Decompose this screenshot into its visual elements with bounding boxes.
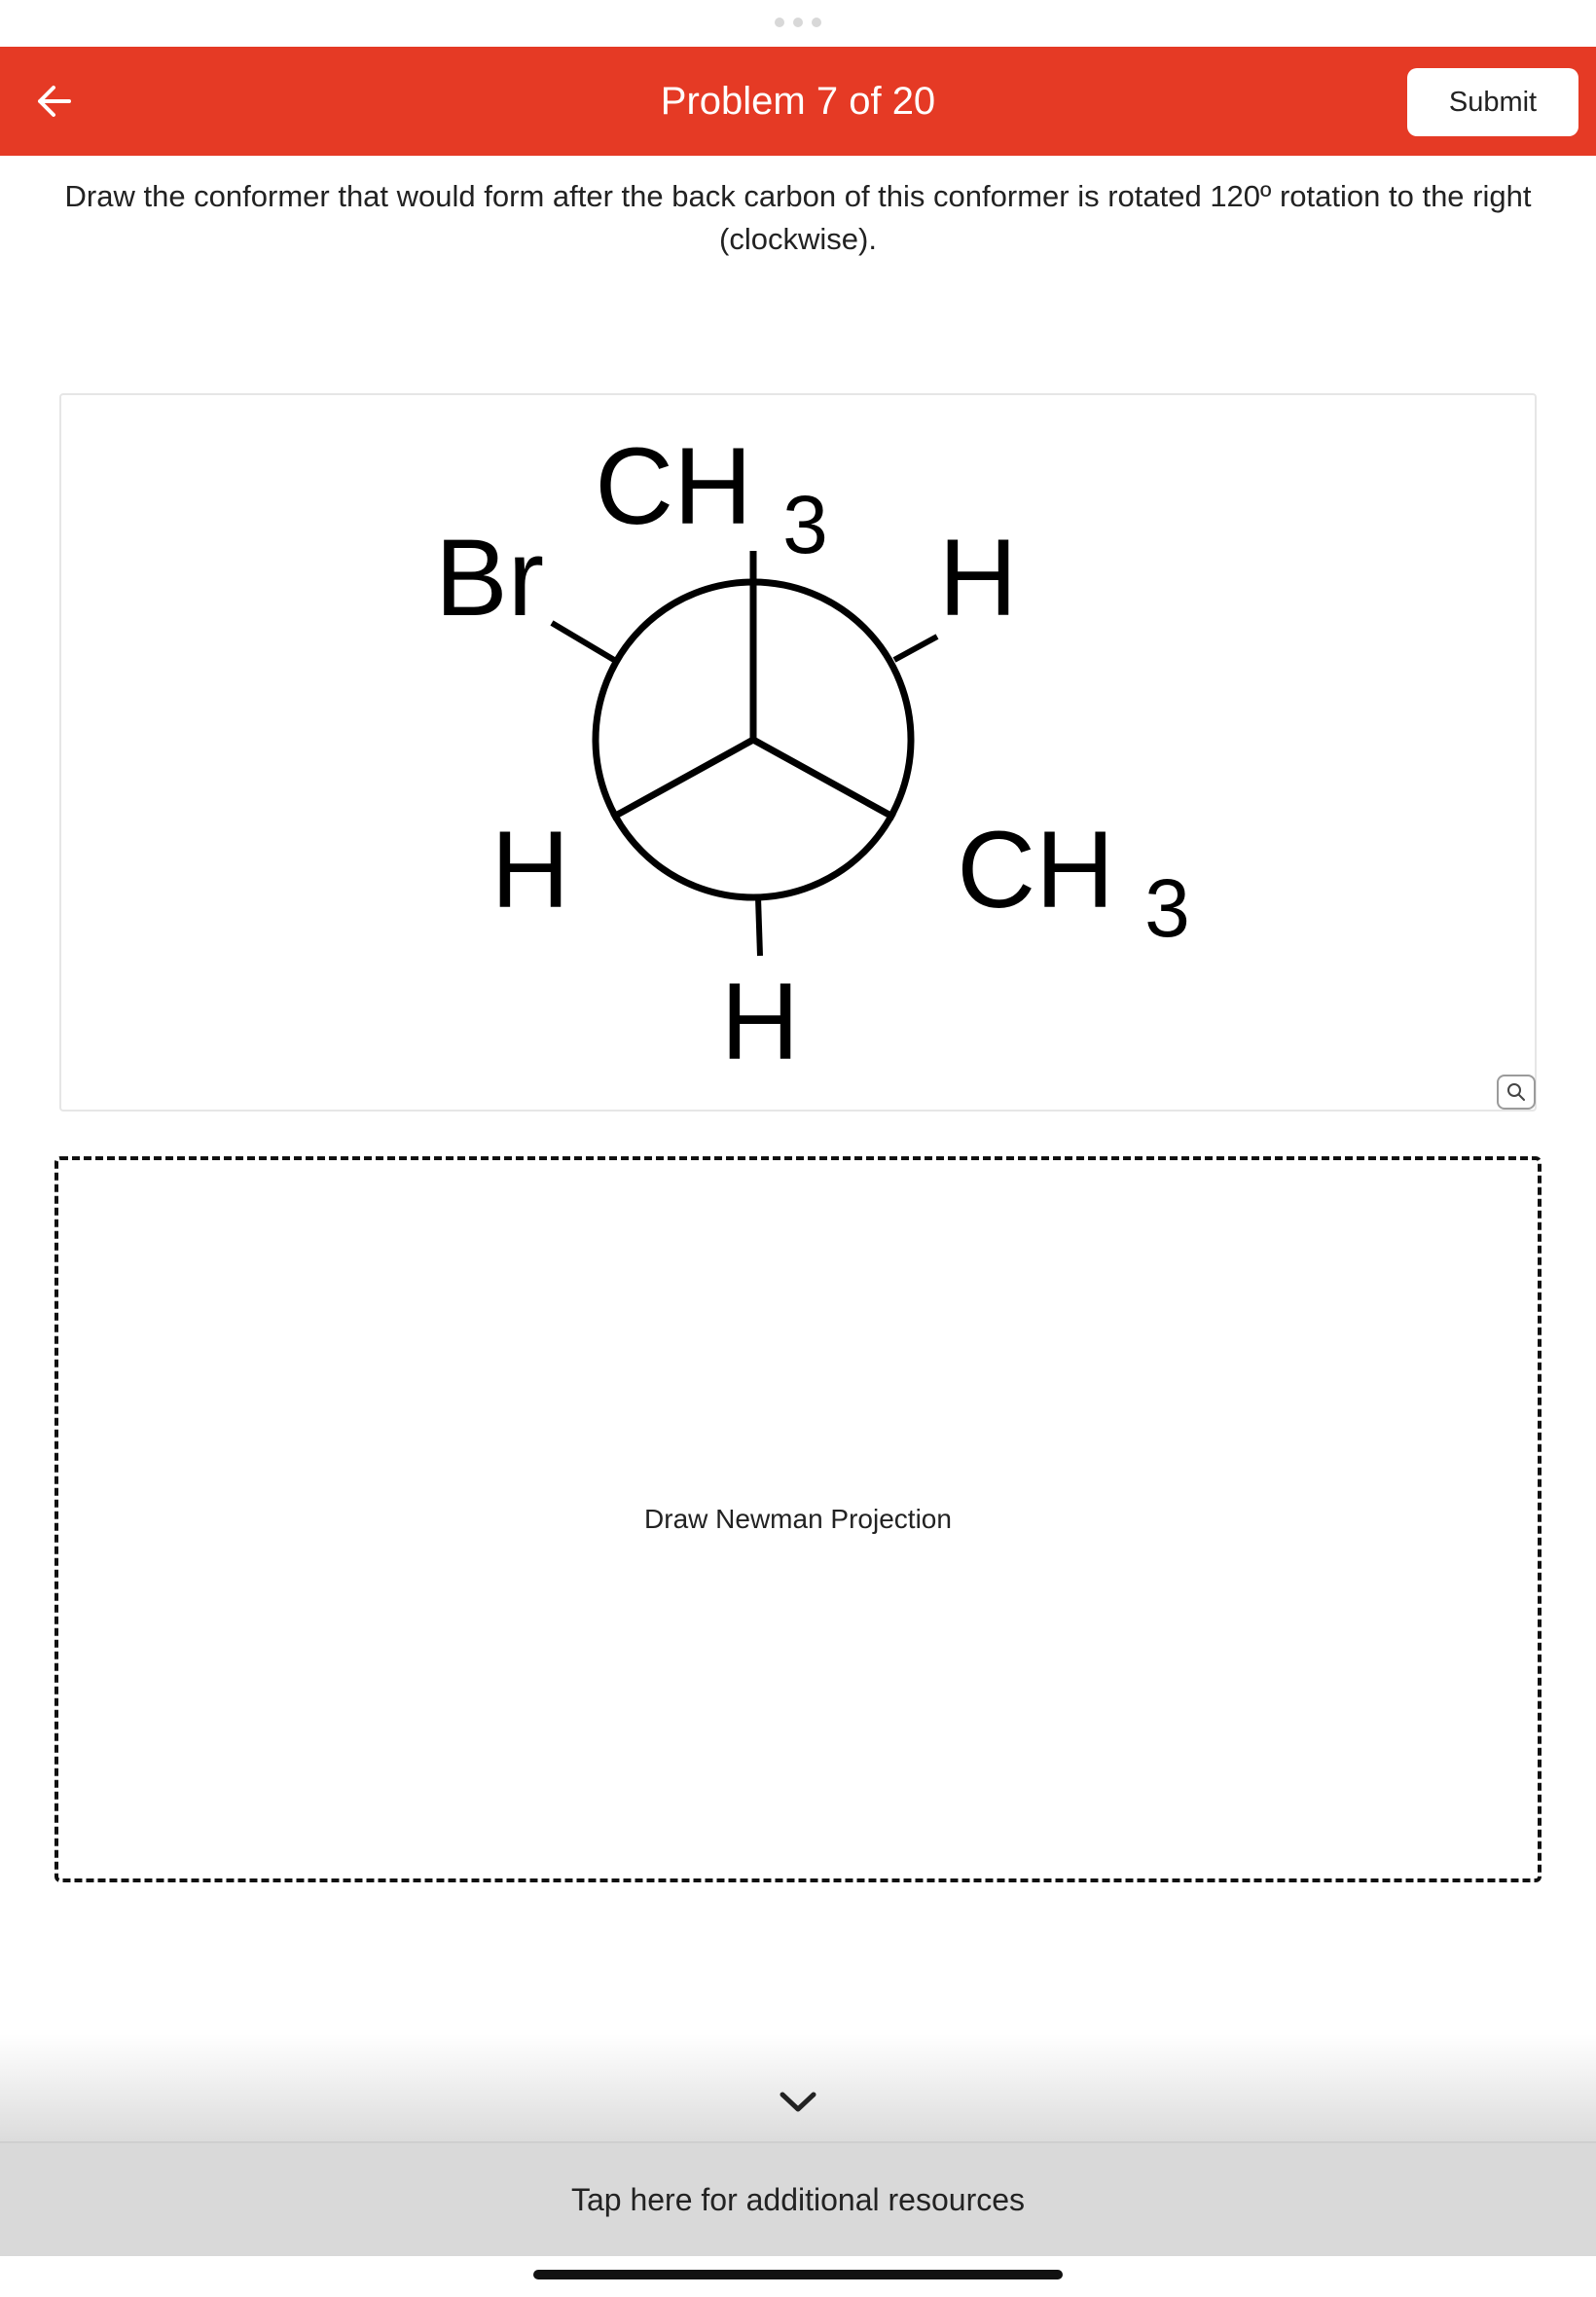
label-front-lower-right: CH 3 [957, 809, 1190, 954]
chevron-down-icon [780, 2092, 816, 2112]
label-back-upper-right: H [939, 517, 1018, 638]
drawing-canvas[interactable]: Draw Newman Projection [54, 1156, 1542, 1882]
front-bond-lower-right [751, 736, 896, 821]
question-prompt: Draw the conformer that would form after… [64, 179, 1532, 256]
label-back-upper-left: Br [435, 517, 544, 638]
back-bond-bottom [755, 896, 763, 957]
problem-screen: Problem 7 of 20 Submit Draw the conforme… [0, 0, 1596, 2297]
front-bond-lower-left [610, 736, 755, 821]
header-bar: Problem 7 of 20 Submit [0, 47, 1596, 156]
magnifier-icon [1507, 1083, 1525, 1101]
additional-resources-bar[interactable]: Tap here for additional resources [0, 2141, 1596, 2256]
back-button[interactable] [27, 74, 82, 128]
drawing-canvas-label: Draw Newman Projection [644, 1504, 952, 1534]
expand-resources-button[interactable] [771, 2083, 825, 2122]
arrow-left-icon [38, 86, 71, 117]
multitasking-dots[interactable] [775, 18, 821, 27]
home-indicator[interactable] [533, 2270, 1063, 2279]
submit-button[interactable]: Submit [1407, 68, 1578, 136]
zoom-button[interactable] [1497, 1075, 1536, 1110]
label-back-bottom: H [721, 961, 800, 1082]
label-front-top: CH 3 [595, 425, 828, 570]
newman-projection-figure: CH 3 Br H H CH 3 H [59, 393, 1537, 1112]
label-front-lower-left: H [491, 809, 570, 930]
page-title: Problem 7 of 20 [660, 79, 936, 123]
back-bond-upper-left [550, 620, 616, 663]
back-bond-upper-right [892, 634, 939, 663]
resources-label: Tap here for additional resources [570, 2181, 1026, 2217]
newman-projection-diagram: CH 3 Br H H CH 3 H [435, 425, 1190, 1082]
